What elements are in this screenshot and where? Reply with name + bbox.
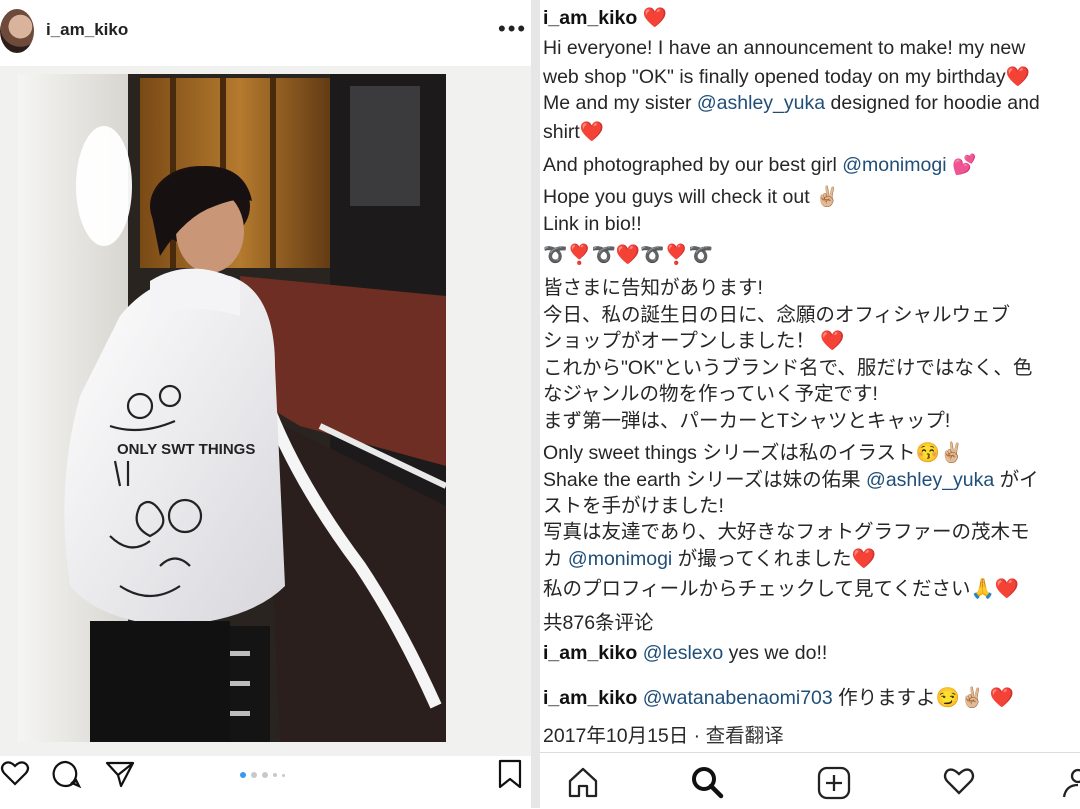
profile-icon[interactable] xyxy=(1062,765,1080,799)
heart-icon[interactable] xyxy=(0,758,30,788)
caption-line: がイ xyxy=(994,469,1039,491)
heart-emoji: ❤️ xyxy=(820,330,845,352)
view-comments-link[interactable]: 共876条评论 xyxy=(543,606,654,635)
add-icon[interactable] xyxy=(816,765,852,801)
separator: · xyxy=(688,725,706,747)
comment-username[interactable]: i_am_kiko xyxy=(543,642,637,664)
mention-link[interactable]: @ashley_yuka xyxy=(697,92,825,114)
carousel-dot[interactable] xyxy=(282,773,285,777)
mention-link[interactable]: @ashley_yuka xyxy=(866,469,994,491)
carousel-dots xyxy=(240,772,285,778)
caption-line: designed for hoodie and xyxy=(825,92,1040,114)
mention-link[interactable]: @monimogi xyxy=(842,154,946,176)
share-icon[interactable] xyxy=(104,758,136,790)
comment-username[interactable]: i_am_kiko xyxy=(543,687,637,709)
caption-line: Me and my sister xyxy=(543,92,697,114)
mention-link[interactable]: @watanabenaomi703 xyxy=(643,687,833,709)
emoji: 😏✌🏼 ❤️ xyxy=(935,687,1014,709)
caption-line: カ xyxy=(543,548,568,570)
hoodie-print: ONLY SWT THINGS xyxy=(117,441,255,458)
carousel-dot[interactable] xyxy=(251,772,257,778)
bookmark-icon[interactable] xyxy=(496,758,524,790)
more-options-icon[interactable]: ••• xyxy=(498,16,527,42)
carousel-dot[interactable] xyxy=(262,772,268,778)
heart-emoji: ❤️ xyxy=(642,7,668,29)
caption-line: shirt xyxy=(543,121,580,143)
mention-link[interactable]: @monimogi xyxy=(568,548,672,570)
caption-line: 皆さまに告知があります! xyxy=(543,277,763,299)
heart-emoji: ❤️ xyxy=(1005,66,1030,88)
caption-line: web shop "OK" is finally opened today on… xyxy=(543,66,1006,88)
caption-line: Hope you guys will check it out xyxy=(543,186,816,208)
post-actions xyxy=(0,758,531,808)
caption-line: 今日、私の誕生日の日に、念願のオフィシャルウェブ xyxy=(543,304,1011,326)
emoji: 😚✌🏼 xyxy=(915,442,965,464)
emoji-row: ➰❣️➰❤️➰❣️➰ xyxy=(543,244,713,266)
post-date: 2017年10月15日 xyxy=(543,725,689,747)
home-icon[interactable] xyxy=(566,765,600,799)
post-photo[interactable]: ONLY SWT THINGS xyxy=(0,66,531,756)
caption-line: なジャンルの物を作っていく予定です! xyxy=(543,383,878,405)
caption-line: And photographed by our best girl xyxy=(543,154,843,176)
mention-link[interactable]: @leslexo xyxy=(643,642,724,664)
emoji: ✌🏼 xyxy=(815,186,840,208)
avatar[interactable] xyxy=(0,9,34,53)
emoji: 🙏❤️ xyxy=(970,578,1020,600)
activity-icon[interactable] xyxy=(942,765,976,797)
comment-text: yes we do!! xyxy=(723,642,828,664)
translate-link[interactable]: 查看翻译 xyxy=(706,725,784,747)
comment-icon[interactable] xyxy=(50,758,82,790)
caption-panel: i_am_kiko ❤️ Hi everyone! I have an anno… xyxy=(540,0,1080,808)
comment-text: 作りますよ xyxy=(832,687,936,709)
caption-line: Link in bio!! xyxy=(543,213,642,235)
search-icon[interactable] xyxy=(690,765,724,799)
heart-emoji: ❤️ xyxy=(579,121,605,143)
carousel-dot[interactable] xyxy=(273,773,277,777)
emoji: 💕 xyxy=(946,154,977,176)
caption-line: Only sweet things シリーズは私のイラスト xyxy=(543,442,916,464)
caption-line: ストを手がけました! xyxy=(543,495,724,517)
caption-line: ショップがオープンしました！ xyxy=(543,330,821,352)
carousel-dot[interactable] xyxy=(240,772,246,778)
post-username[interactable]: i_am_kiko xyxy=(46,20,128,40)
post-panel: i_am_kiko ••• ONLY SWT THINGS xyxy=(0,0,531,808)
caption-line: Hi everyone! I have an announcement to m… xyxy=(543,37,1026,59)
caption-username[interactable]: i_am_kiko xyxy=(543,7,637,29)
caption-line: 写真は友達であり、大好きなフォトグラファーの茂木モ xyxy=(543,521,1030,543)
caption-line: が撮ってくれました xyxy=(672,548,852,570)
heart-emoji: ❤️ xyxy=(851,548,876,570)
panel-divider xyxy=(531,0,540,808)
caption-line: これから"OK"というブランド名で、服だけではなく、色 xyxy=(543,357,1033,379)
caption-line: まず第一弾は、パーカーとTシャツとキャップ! xyxy=(543,410,951,432)
caption-line: Shake the earth シリーズは妹の佑果 xyxy=(543,469,867,491)
caption-line: 私のプロフィールからチェックして見てください xyxy=(543,578,971,600)
bottom-nav xyxy=(540,752,1080,809)
